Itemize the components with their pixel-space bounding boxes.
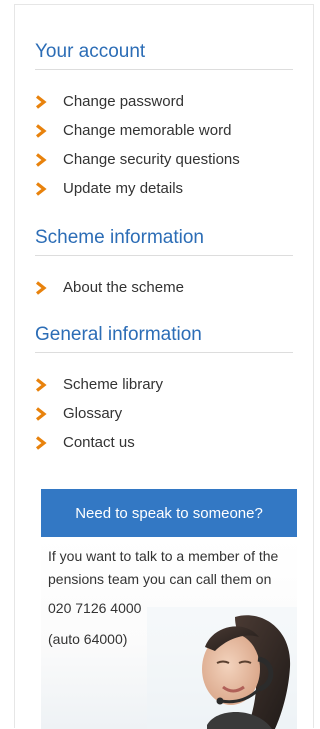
contact-callout: Need to speak to someone? If you want to… <box>41 489 297 729</box>
link-change-password[interactable]: Change password <box>63 93 184 110</box>
section-scheme-information: Scheme information About the scheme <box>35 227 293 302</box>
chevron-right-icon <box>35 406 51 422</box>
chevron-right-icon <box>35 123 51 139</box>
section-heading: Your account <box>35 41 293 70</box>
section-general-information: General information Scheme library Gloss… <box>35 324 293 457</box>
list-item: Contact us <box>35 428 293 457</box>
section-heading: Scheme information <box>35 227 293 256</box>
link-about-the-scheme[interactable]: About the scheme <box>63 279 184 296</box>
link-glossary[interactable]: Glossary <box>63 405 122 422</box>
link-list: Scheme library Glossary Contact us <box>35 370 293 457</box>
chevron-right-icon <box>35 94 51 110</box>
list-item: Change password <box>35 87 293 116</box>
sidebar-panel: Your account Change password Change memo… <box>14 4 314 729</box>
chevron-right-icon <box>35 280 51 296</box>
list-item: About the scheme <box>35 273 293 302</box>
callout-text-block: If you want to talk to a member of the p… <box>41 537 297 651</box>
section-heading: General information <box>35 324 293 353</box>
link-change-security-questions[interactable]: Change security questions <box>63 151 240 168</box>
link-list: Change password Change memorable word Ch… <box>35 87 293 203</box>
list-item: Scheme library <box>35 370 293 399</box>
chevron-right-icon <box>35 435 51 451</box>
list-item: Change memorable word <box>35 116 293 145</box>
phone-number[interactable]: 020 7126 4000 <box>48 597 290 620</box>
list-item: Update my details <box>35 174 293 203</box>
chevron-right-icon <box>35 152 51 168</box>
callout-description: If you want to talk to a member of the p… <box>48 548 279 587</box>
link-contact-us[interactable]: Contact us <box>63 434 135 451</box>
chevron-right-icon <box>35 377 51 393</box>
link-change-memorable-word[interactable]: Change memorable word <box>63 122 231 139</box>
link-list: About the scheme <box>35 273 293 302</box>
chevron-right-icon <box>35 181 51 197</box>
list-item: Glossary <box>35 399 293 428</box>
section-your-account: Your account Change password Change memo… <box>35 41 293 203</box>
callout-body: If you want to talk to a member of the p… <box>41 537 297 729</box>
callout-heading: Need to speak to someone? <box>41 489 297 537</box>
phone-extension: (auto 64000) <box>48 631 128 647</box>
link-scheme-library[interactable]: Scheme library <box>63 376 163 393</box>
list-item: Change security questions <box>35 145 293 174</box>
link-update-my-details[interactable]: Update my details <box>63 180 183 197</box>
